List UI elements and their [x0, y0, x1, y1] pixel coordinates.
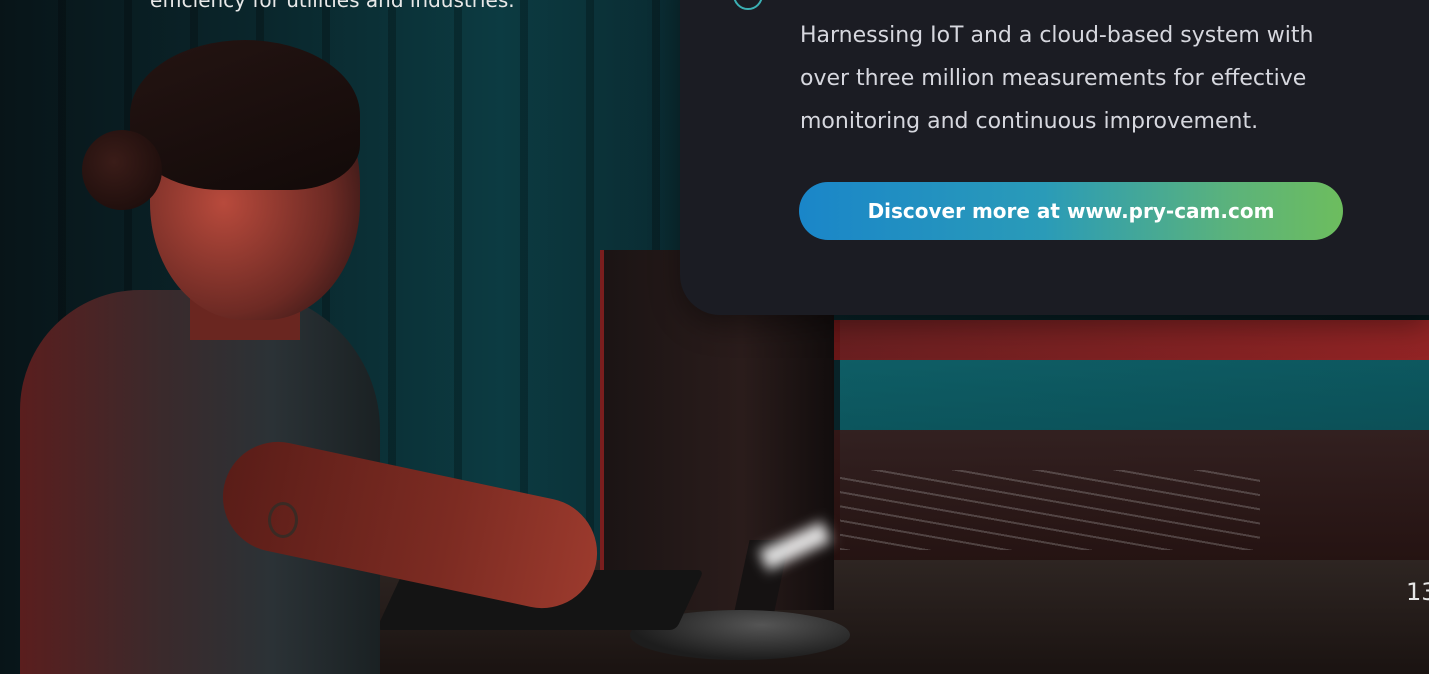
discover-more-button[interactable]: Discover more at www.pry-cam.com [799, 182, 1343, 240]
network-cables [840, 470, 1260, 550]
person-hair-bun [82, 130, 162, 210]
person-hair [130, 40, 360, 190]
card-description-line: monitoring and continuous improvement. [800, 109, 1259, 134]
card-description-line: over three million measurements for effe… [800, 66, 1307, 91]
necklace-pendant [268, 502, 298, 538]
card-description: Harnessing IoT and a cloud-based system … [800, 14, 1400, 143]
red-rack-rail [820, 320, 1429, 360]
page-number: 13 [1406, 578, 1429, 606]
intro-text-tail: efficiency for utilities and industries. [150, 0, 515, 12]
card-description-line: Harnessing IoT and a cloud-based system … [800, 23, 1314, 48]
